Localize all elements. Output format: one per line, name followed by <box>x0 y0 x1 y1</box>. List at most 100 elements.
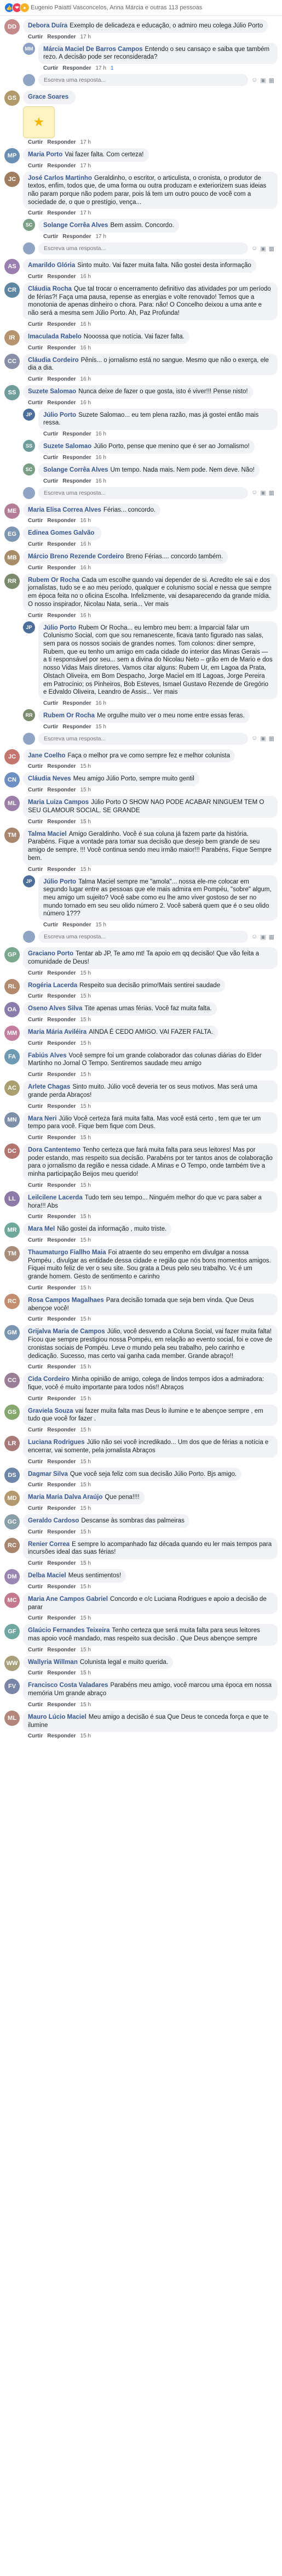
comment-author-link[interactable]: Mauro Lúcio Maciel <box>28 1714 87 1720</box>
comment-timestamp[interactable]: 15 h <box>80 1482 90 1488</box>
avatar[interactable]: LR <box>4 1436 20 1452</box>
like-comment-button[interactable]: Curtir <box>28 1733 43 1739</box>
comment-author-link[interactable]: Rosa Campos Magalhaes <box>28 1297 104 1304</box>
reply-comment-button[interactable]: Responder <box>47 34 76 40</box>
reply-comment-button[interactable]: Responder <box>47 819 76 825</box>
like-comment-button[interactable]: Curtir <box>28 274 43 280</box>
reply-comment-button[interactable]: Responder <box>47 970 76 976</box>
like-comment-button[interactable]: Curtir <box>28 1505 43 1511</box>
like-comment-button[interactable]: Curtir <box>28 1214 43 1220</box>
like-comment-button[interactable]: Curtir <box>28 1584 43 1590</box>
avatar[interactable]: MN <box>4 1112 20 1128</box>
comment-timestamp[interactable]: 15 h <box>80 787 90 793</box>
comment-timestamp[interactable]: 17 h <box>80 34 90 40</box>
reply-comment-button[interactable]: Responder <box>47 541 76 547</box>
avatar[interactable]: GC <box>4 1514 20 1530</box>
like-comment-button[interactable]: Curtir <box>28 541 43 547</box>
comment-timestamp[interactable]: 15 h <box>80 1182 90 1188</box>
avatar[interactable]: MD <box>4 1491 20 1507</box>
comment-timestamp[interactable]: 15 h <box>80 1072 90 1078</box>
comment-author-link[interactable]: Solange Corrêa Alves <box>43 467 108 473</box>
like-comment-button[interactable]: Curtir <box>43 922 58 928</box>
reply-comment-button[interactable]: Responder <box>47 1482 76 1488</box>
comment-timestamp[interactable]: 16 h <box>80 274 90 280</box>
avatar[interactable]: WW <box>4 1655 20 1671</box>
like-comment-button[interactable]: Curtir <box>43 65 58 71</box>
reply-comment-button[interactable]: Responder <box>47 1072 76 1078</box>
like-comment-button[interactable]: Curtir <box>28 34 43 40</box>
avatar[interactable]: JC <box>4 171 20 187</box>
reply-comment-button[interactable]: Responder <box>62 700 91 706</box>
reply-comment-button[interactable]: Responder <box>47 1135 76 1141</box>
like-comment-button[interactable]: Curtir <box>28 345 43 351</box>
comment-author-link[interactable]: Cláudia Rocha <box>28 286 72 292</box>
comment-author-link[interactable]: Rogéria Lacerda <box>28 982 77 989</box>
comment-author-link[interactable]: Márcia Maciel De Barros Campos <box>43 46 143 53</box>
like-comment-button[interactable]: Curtir <box>28 1017 43 1023</box>
like-comment-button[interactable]: Curtir <box>28 1396 43 1402</box>
avatar[interactable]: RR <box>4 573 20 589</box>
avatar[interactable]: MR <box>4 1222 20 1238</box>
emoji-icon[interactable]: ☺ <box>251 245 257 252</box>
camera-icon[interactable]: ▣ <box>260 933 266 941</box>
gif-icon[interactable]: ▦ <box>269 489 274 496</box>
like-comment-button[interactable]: Curtir <box>28 1647 43 1653</box>
avatar[interactable]: RR <box>23 709 35 722</box>
comment-author-link[interactable]: Mara Mel <box>28 1226 55 1232</box>
avatar[interactable]: MM <box>23 42 35 55</box>
comment-timestamp[interactable]: 16 h <box>95 478 106 484</box>
comment-author-link[interactable]: Wallyria Willman <box>28 1659 78 1666</box>
reply-comment-button[interactable]: Responder <box>47 1459 76 1465</box>
avatar[interactable]: AC <box>4 1080 20 1096</box>
avatar[interactable]: FV <box>4 1679 20 1695</box>
comment-timestamp[interactable]: 15 h <box>80 993 90 999</box>
avatar[interactable]: CR <box>4 282 20 298</box>
avatar[interactable]: SS <box>4 384 20 400</box>
avatar[interactable]: RL <box>4 978 20 994</box>
like-comment-button[interactable]: Curtir <box>28 763 43 769</box>
avatar[interactable]: DD <box>4 19 20 35</box>
like-comment-button[interactable]: Curtir <box>28 321 43 327</box>
comment-author-link[interactable]: Cláudia Neves <box>28 775 71 782</box>
comment-timestamp[interactable]: 15 h <box>80 1040 90 1046</box>
reply-comment-button[interactable]: Responder <box>47 1733 76 1739</box>
comment-author-link[interactable]: Geraldo Cardoso <box>28 1518 79 1524</box>
like-comment-button[interactable]: Curtir <box>28 400 43 406</box>
reply-comment-button[interactable]: Responder <box>47 321 76 327</box>
avatar[interactable]: CC <box>4 1373 20 1389</box>
avatar[interactable]: OA <box>4 1002 20 1018</box>
comment-author-link[interactable]: Júlio Porto <box>43 625 76 631</box>
comment-author-link[interactable]: Graciano Porto <box>28 950 73 957</box>
reply-comment-button[interactable]: Responder <box>47 1615 76 1621</box>
reply-comment-button[interactable]: Responder <box>47 1529 76 1535</box>
comment-author-link[interactable]: Glaúcio Fernandes Teixeira <box>28 1627 110 1634</box>
comment-timestamp[interactable]: 16 h <box>95 700 106 706</box>
comment-timestamp[interactable]: 17 h <box>80 163 90 169</box>
like-comment-button[interactable]: Curtir <box>28 1670 43 1676</box>
like-comment-button[interactable]: Curtir <box>43 724 58 730</box>
comment-author-link[interactable]: Júlio Porto <box>43 412 76 418</box>
comment-timestamp[interactable]: 15 h <box>80 1316 90 1322</box>
comment-author-link[interactable]: Thaumaturgo Fiallho Maia <box>28 1249 106 1256</box>
comment-timestamp[interactable]: 16 h <box>80 400 90 406</box>
like-comment-button[interactable]: Curtir <box>28 1135 43 1141</box>
avatar[interactable]: DM <box>4 1569 20 1585</box>
comment-timestamp[interactable]: 16 h <box>80 321 90 327</box>
comment-timestamp[interactable]: 15 h <box>80 1505 90 1511</box>
comment-timestamp[interactable]: 15 h <box>80 1670 90 1676</box>
reply-comment-button[interactable]: Responder <box>62 724 91 730</box>
comment-author-link[interactable]: Maria Luiza Campos <box>28 799 89 806</box>
comment-timestamp[interactable]: 15 h <box>80 819 90 825</box>
comment-timestamp[interactable]: 15 h <box>80 1396 90 1402</box>
reply-comment-button[interactable]: Responder <box>47 1702 76 1708</box>
reply-comment-button[interactable]: Responder <box>47 867 76 873</box>
avatar[interactable]: MP <box>4 148 20 163</box>
camera-icon[interactable]: ▣ <box>260 489 266 496</box>
comment-timestamp[interactable]: 16 h <box>80 376 90 382</box>
comment-author-link[interactable]: Delba Maciel <box>28 1572 66 1579</box>
comment-timestamp[interactable]: 15 h <box>80 1560 90 1566</box>
camera-icon[interactable]: ▣ <box>260 735 266 742</box>
reply-comment-button[interactable]: Responder <box>47 1214 76 1220</box>
reply-comment-button[interactable]: Responder <box>47 787 76 793</box>
comment-author-link[interactable]: Oseno Alves Silva <box>28 1005 82 1012</box>
